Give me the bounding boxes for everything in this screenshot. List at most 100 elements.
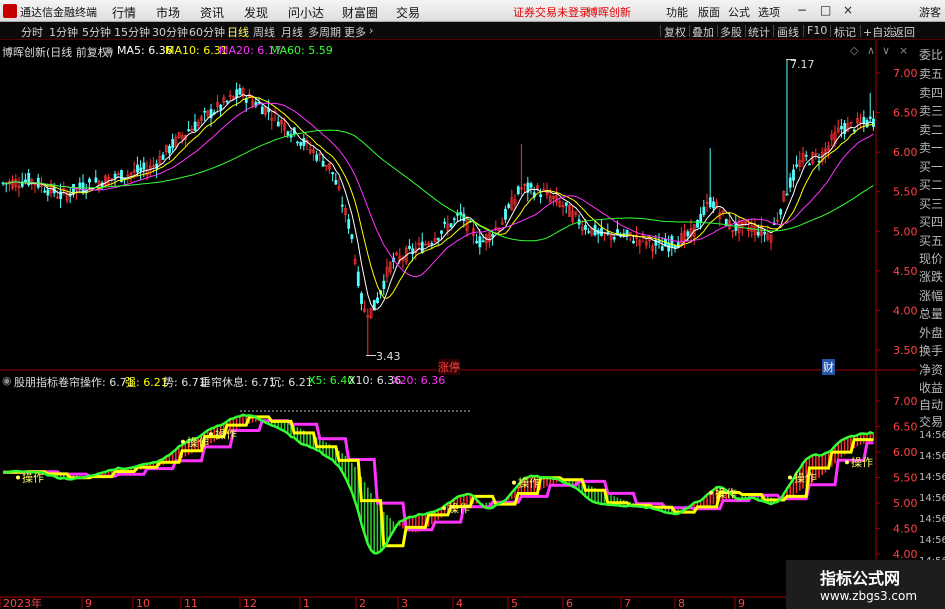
side-panel-item[interactable]: 买五 xyxy=(919,232,943,249)
side-panel-item[interactable]: 14:56 xyxy=(919,430,945,441)
toolbar-separator xyxy=(803,25,804,37)
f10-button[interactable]: F10 xyxy=(807,24,827,37)
side-panel-item[interactable]: 自动 xyxy=(919,396,943,413)
time-tick-label: 10 xyxy=(136,597,150,609)
operation-label: 操作 xyxy=(715,486,737,500)
side-panel-item[interactable]: 卖三 xyxy=(919,102,943,119)
draw-line-button[interactable]: 画线 xyxy=(777,24,799,40)
tab-weekly[interactable]: 周线 xyxy=(253,24,275,40)
settings-icon[interactable]: ◇ xyxy=(850,44,858,57)
menu-faxian[interactable]: 发现 xyxy=(244,4,268,21)
side-panel-item[interactable]: 净资 xyxy=(919,361,943,378)
fuquan-button[interactable]: 复权 xyxy=(664,24,686,40)
side-panel-item[interactable]: 收益 xyxy=(919,379,943,396)
side-panel-item[interactable]: 14:56 xyxy=(919,514,945,525)
menu-jiaoyi[interactable]: 交易 xyxy=(396,4,420,21)
tab-fenshi[interactable]: 分时 xyxy=(21,24,43,40)
side-panel-item[interactable]: 买三 xyxy=(919,195,943,212)
menu-caifuquan[interactable]: 财富圈 xyxy=(342,4,378,21)
candle-body xyxy=(382,280,386,289)
kline-svg[interactable]: 操作操作操作操作操作操作操作操作 7.006.506.005.505.004.5… xyxy=(0,40,945,609)
menu-shichang[interactable]: 市场 xyxy=(156,4,180,21)
tab-15min[interactable]: 15分钟 xyxy=(114,24,150,40)
menu-banmian[interactable]: 版面 xyxy=(698,4,720,20)
period-toolbar: 分时 1分钟 5分钟 15分钟 30分钟 60分钟 日线 周线 月线 多周期 更… xyxy=(0,22,945,40)
tab-more[interactable]: 更多 xyxy=(344,24,366,40)
finance-tag[interactable]: 财 xyxy=(822,359,835,375)
legend-toggle-icon[interactable]: ◉ xyxy=(104,44,114,57)
side-panel-item[interactable]: 14:56 xyxy=(919,493,945,504)
candle-body xyxy=(315,154,319,161)
price-tick-label: 6.00 xyxy=(893,146,918,159)
time-tick-label: 12 xyxy=(243,597,257,609)
operation-dot xyxy=(181,439,185,444)
operation-dot xyxy=(512,480,516,485)
tab-5min[interactable]: 5分钟 xyxy=(82,24,111,40)
tab-multi-period[interactable]: 多周期 xyxy=(308,24,341,40)
tab-daily[interactable]: 日线 xyxy=(227,24,249,40)
indicator-toggle-icon[interactable]: ◉ xyxy=(2,374,12,387)
trade-login-warning[interactable]: 证券交易未登录 xyxy=(513,4,590,20)
side-panel-item[interactable]: 卖二 xyxy=(919,121,943,138)
overlay-button[interactable]: 叠加 xyxy=(692,24,714,40)
limit-up-tag[interactable]: 涨停 xyxy=(438,359,460,375)
guest-button[interactable]: 游客 xyxy=(919,4,941,20)
menu-xuanxiang[interactable]: 选项 xyxy=(758,4,780,20)
side-panel-item[interactable]: 现价 xyxy=(919,250,943,267)
indicator-tick-label: 5.00 xyxy=(893,497,918,510)
chevron-right-icon[interactable]: › xyxy=(369,24,373,37)
menu-gongneng[interactable]: 功能 xyxy=(666,4,688,20)
side-panel-item[interactable]: 14:56 xyxy=(919,472,945,483)
candle-body xyxy=(296,141,299,144)
side-panel-item[interactable]: 交易 xyxy=(919,413,943,430)
maximize-icon[interactable]: □ xyxy=(820,3,831,17)
menu-wenxiaoda[interactable]: 问小达 xyxy=(288,4,324,21)
candle-body xyxy=(225,100,229,103)
tab-60min[interactable]: 60分钟 xyxy=(189,24,225,40)
candle-body xyxy=(702,206,706,215)
candle-body xyxy=(449,223,453,228)
multi-stock-button[interactable]: 多股 xyxy=(720,24,742,40)
side-panel-item[interactable]: 涨跌 xyxy=(919,268,943,285)
time-tick-label: 1 xyxy=(303,597,310,609)
side-panel-item[interactable]: 涨幅 xyxy=(919,287,943,304)
tab-monthly[interactable]: 月线 xyxy=(281,24,303,40)
candle-body xyxy=(779,209,783,215)
side-panel-item[interactable]: 委比 xyxy=(919,46,943,63)
statistics-button[interactable]: 统计 xyxy=(748,24,770,40)
operation-dot xyxy=(709,490,713,495)
close-panel-icon[interactable]: × xyxy=(899,44,908,57)
mark-button[interactable]: 标记 xyxy=(834,24,856,40)
side-panel-item[interactable]: 买一 xyxy=(919,158,943,175)
expand-icon[interactable]: ∨ xyxy=(882,44,890,57)
side-panel-item[interactable]: 换手 xyxy=(919,342,943,359)
chart-area[interactable]: 操作 操作 操作 操作 操作 操作 操作 操作 7.00 6.50 6.00 5.50 5.00 4.5… xyxy=(0,40,945,609)
collapse-icon[interactable]: ∧ xyxy=(867,44,875,57)
menu-gongshi[interactable]: 公式 xyxy=(728,4,750,20)
side-panel-item[interactable]: 卖一 xyxy=(919,139,943,156)
indicator-value: 沉: 6.21 xyxy=(270,376,313,389)
toolbar-separator xyxy=(860,25,861,37)
close-icon[interactable]: × xyxy=(843,3,853,17)
side-panel-item[interactable]: 卖五 xyxy=(919,65,943,82)
side-panel-item[interactable]: 买二 xyxy=(919,176,943,193)
side-panel-item[interactable]: 外盘 xyxy=(919,324,943,341)
side-panel-item[interactable]: 卖四 xyxy=(919,84,943,101)
minimize-icon[interactable]: − xyxy=(797,3,807,17)
side-panel-item[interactable]: 买四 xyxy=(919,213,943,230)
side-panel-item[interactable]: 总量 xyxy=(919,305,943,322)
menu-hangqing[interactable]: 行情 xyxy=(112,4,136,21)
side-panel-item[interactable]: 14:56 xyxy=(919,535,945,546)
candle-body xyxy=(193,121,197,131)
menu-zixun[interactable]: 资讯 xyxy=(200,4,224,21)
ma10-line xyxy=(2,96,874,299)
tab-1min[interactable]: 1分钟 xyxy=(49,24,78,40)
candle-body xyxy=(430,243,434,245)
side-panel-item[interactable]: 14:56 xyxy=(919,451,945,462)
candle-body xyxy=(676,242,680,248)
indicator-tick-label: 7.00 xyxy=(893,395,918,408)
watermark-url: www.zbgs3.com xyxy=(820,589,918,603)
app-title: 通达信金融终端 xyxy=(20,6,97,19)
tab-30min[interactable]: 30分钟 xyxy=(152,24,188,40)
back-button[interactable]: 返回 xyxy=(893,24,915,40)
